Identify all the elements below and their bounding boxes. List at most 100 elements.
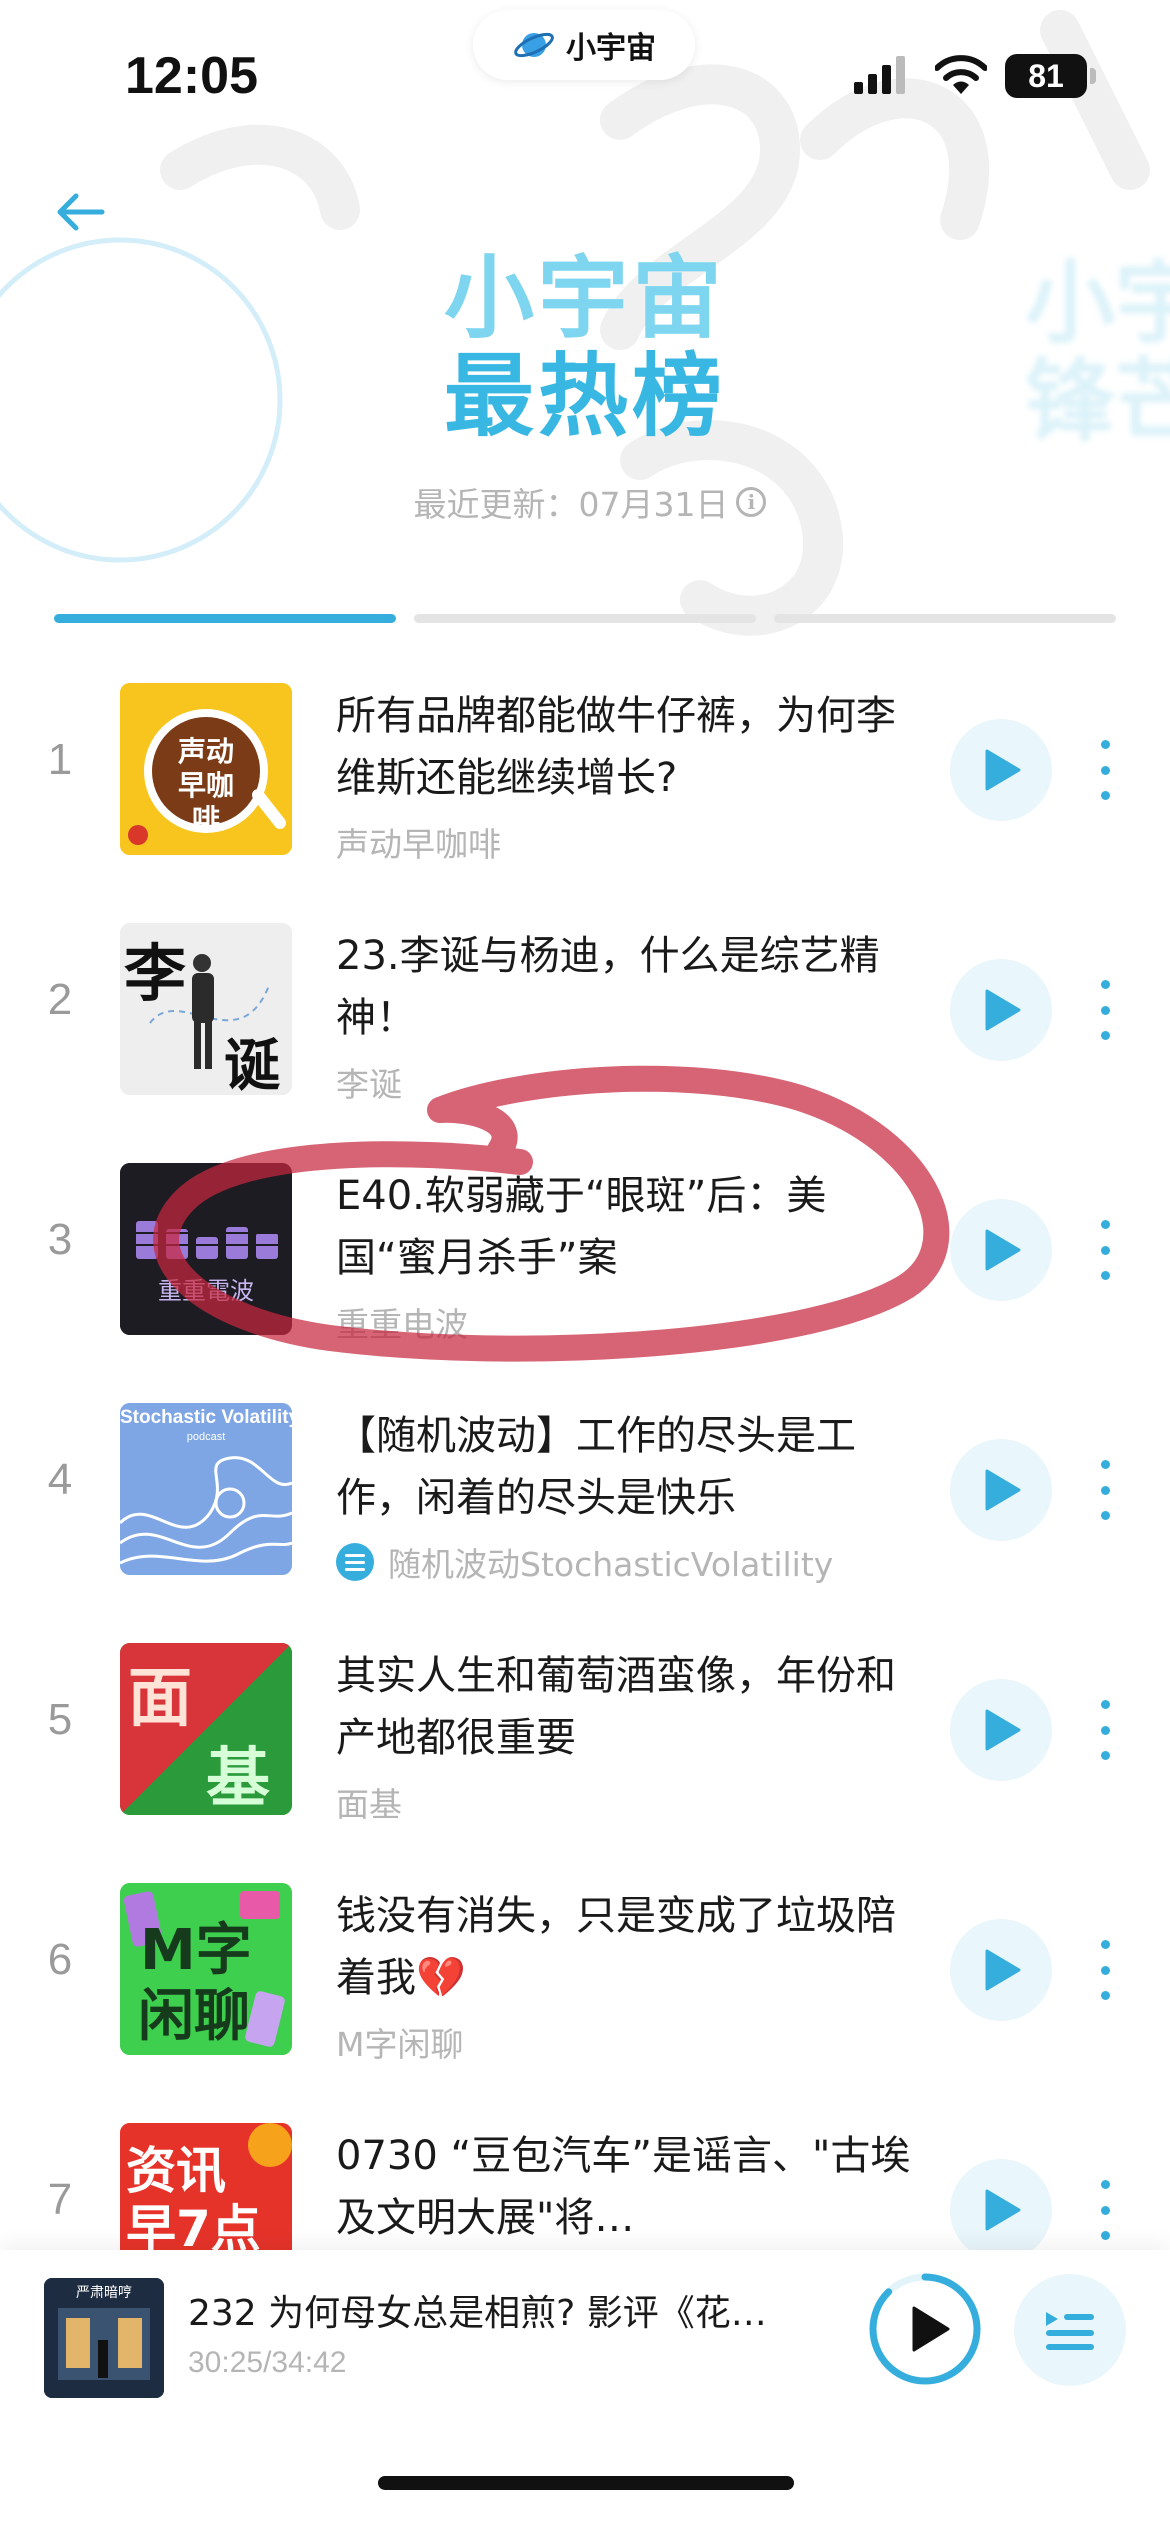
podcast-cover: M字 闲聊 [120, 1883, 292, 2055]
more-dot-icon [1100, 1460, 1110, 1469]
podcast-name[interactable]: M字闲聊 [336, 2018, 936, 2066]
battery-level: 81 [1005, 54, 1087, 98]
play-button[interactable] [950, 1439, 1052, 1541]
planet-icon [514, 32, 554, 58]
play-button[interactable] [950, 1919, 1052, 2021]
more-dot-icon [1100, 1031, 1110, 1040]
cover-text-b: 基 [206, 1742, 270, 1815]
list-item[interactable]: 6 M字 闲聊 钱没有消失，只是变成了垃圾陪着我💔 M字闲聊 [0, 1865, 1170, 2105]
page-indicator-1[interactable] [54, 614, 396, 623]
info-icon[interactable]: i [736, 487, 767, 517]
rank-number: 5 [47, 1695, 73, 1744]
rank-number: 4 [47, 1455, 73, 1504]
play-button[interactable] [950, 1199, 1052, 1301]
rank-number: 7 [47, 2175, 73, 2224]
more-dot-icon [1100, 791, 1110, 800]
episode-title[interactable]: E40.软弱藏于“眼斑”后：美国“蜜月杀手”案 [336, 1165, 926, 1289]
play-button[interactable] [950, 959, 1052, 1061]
mini-player[interactable]: 严肃暗哼 232 为何母女总是相煎? 影评《花… 30:25/34:42 [0, 2250, 1170, 2532]
more-dot-icon [1100, 2180, 1110, 2189]
now-playing-time: 30:25/34:42 [188, 2346, 347, 2379]
podcast-cover: 李 诞 [120, 923, 292, 1095]
more-options-button[interactable] [1090, 1220, 1120, 1280]
more-options-button[interactable] [1090, 1940, 1120, 2000]
cover-text: Stochastic Volatility [120, 1407, 292, 1428]
app-indicator-pill[interactable]: 小宇宙 [473, 10, 695, 80]
podcast-name: 随机波动StochasticVolatility [388, 1545, 834, 1584]
status-bar: 12:05 小宇宙 81 [0, 0, 1170, 150]
more-options-button[interactable] [1090, 2180, 1120, 2240]
more-dot-icon [1100, 1511, 1110, 1520]
podcast-name[interactable]: 声动早咖啡 [336, 818, 936, 866]
next-chart-title-line2: 锋芒 [1025, 349, 1170, 454]
play-icon [985, 989, 1021, 1031]
episode-title[interactable]: 其实人生和葡萄酒蛮像，年份和产地都很重要 [336, 1645, 926, 1769]
back-arrow-icon[interactable] [52, 184, 108, 240]
mini-player-cover[interactable]: 严肃暗哼 [44, 2278, 164, 2398]
podcast-badge-icon [336, 1543, 374, 1581]
episode-title[interactable]: 【随机波动】工作的尽头是工作，闲着的尽头是快乐 [336, 1405, 926, 1529]
now-playing-title[interactable]: 232 为何母女总是相煎? 影评《花… [188, 2284, 808, 2336]
podcast-name[interactable]: 重重电波 [336, 1298, 936, 1346]
playlist-icon [1046, 2312, 1094, 2350]
more-dot-icon [1100, 765, 1110, 775]
play-button[interactable] [950, 1679, 1052, 1781]
cover-art [120, 1163, 292, 1335]
episode-title[interactable]: 所有品牌都能做牛仔裤，为何李维斯还能继续增长? [336, 685, 926, 809]
more-dot-icon [1100, 1005, 1110, 1015]
battery-cap [1090, 68, 1096, 84]
page-indicator-3[interactable] [774, 614, 1116, 623]
more-dot-icon [1100, 2231, 1110, 2240]
play-button[interactable] [950, 719, 1052, 821]
more-options-button[interactable] [1090, 1460, 1120, 1520]
cover-text: 声动早咖啡 [177, 735, 234, 836]
more-dot-icon [1100, 740, 1110, 749]
list-item[interactable]: 4 Stochastic Volatility podcast 【随机波动】工作… [0, 1385, 1170, 1625]
page-title: 小宇宙 最热榜 [380, 250, 790, 446]
next-chart-title-peek[interactable]: 小宇 锋芒 [1025, 255, 1170, 451]
podcast-name[interactable]: 面基 [336, 1778, 936, 1826]
more-dot-icon [1100, 1245, 1110, 1255]
last-updated: 最近更新：07月31日 i [390, 478, 790, 526]
list-item[interactable]: 5 面 基 其实人生和葡萄酒蛮像，年份和产地都很重要 面基 [0, 1625, 1170, 1865]
play-icon [985, 1709, 1021, 1751]
play-icon [985, 1949, 1021, 1991]
podcast-name-row[interactable]: 随机波动StochasticVolatility [336, 1538, 936, 1586]
episode-title[interactable]: 0730 “豆包汽车”是谣言、"古埃及文明大展"将… [336, 2125, 926, 2249]
page-indicator-2[interactable] [414, 614, 756, 623]
list-item[interactable]: 3 重重電波 E40.软弱藏于“眼斑”后：美国“蜜月杀手”案 重重电波 [0, 1145, 1170, 1385]
last-updated-text: 最近更新：07月31日 [413, 485, 729, 524]
playlist-button[interactable] [1014, 2274, 1126, 2386]
more-dot-icon [1100, 1485, 1110, 1495]
page-title-line1: 小宇宙 [444, 246, 726, 351]
cover-text-a: 李 [124, 937, 187, 1010]
more-dot-icon [1100, 980, 1110, 989]
more-options-button[interactable] [1090, 980, 1120, 1040]
more-dot-icon [1100, 1220, 1110, 1229]
podcast-name[interactable]: 李诞 [336, 1058, 936, 1106]
more-dot-icon [1100, 1751, 1110, 1760]
more-options-button[interactable] [1090, 1700, 1120, 1760]
episode-title[interactable]: 23.李诞与杨迪，什么是综艺精神！ [336, 925, 926, 1049]
podcast-cover: 重重電波 [120, 1163, 292, 1335]
list-item[interactable]: 1 声动早咖啡 所有品牌都能做牛仔裤，为何李维斯还能继续增长? 声动早咖啡 [0, 665, 1170, 905]
rank-number: 1 [47, 735, 73, 784]
more-dot-icon [1100, 1965, 1110, 1975]
more-options-button[interactable] [1090, 740, 1120, 800]
more-dot-icon [1100, 2205, 1110, 2215]
app-name: 小宇宙 [566, 31, 656, 66]
play-icon [985, 749, 1021, 791]
play-icon [985, 1229, 1021, 1271]
podcast-cover: Stochastic Volatility podcast [120, 1403, 292, 1575]
list-item[interactable]: 2 李 诞 23.李诞与杨迪，什么是综艺精神！ 李诞 [0, 905, 1170, 1145]
home-indicator[interactable] [378, 2476, 794, 2490]
rank-number: 3 [47, 1215, 73, 1264]
status-time: 12:05 [125, 47, 258, 105]
episode-title[interactable]: 钱没有消失，只是变成了垃圾陪着我💔 [336, 1885, 926, 2009]
more-dot-icon [1100, 1700, 1110, 1709]
mini-play-button[interactable] [866, 2270, 984, 2388]
rank-number: 6 [47, 1935, 73, 1984]
cover-text-a: 面 [128, 1662, 192, 1736]
more-dot-icon [1100, 1271, 1110, 1280]
play-button[interactable] [950, 2159, 1052, 2261]
